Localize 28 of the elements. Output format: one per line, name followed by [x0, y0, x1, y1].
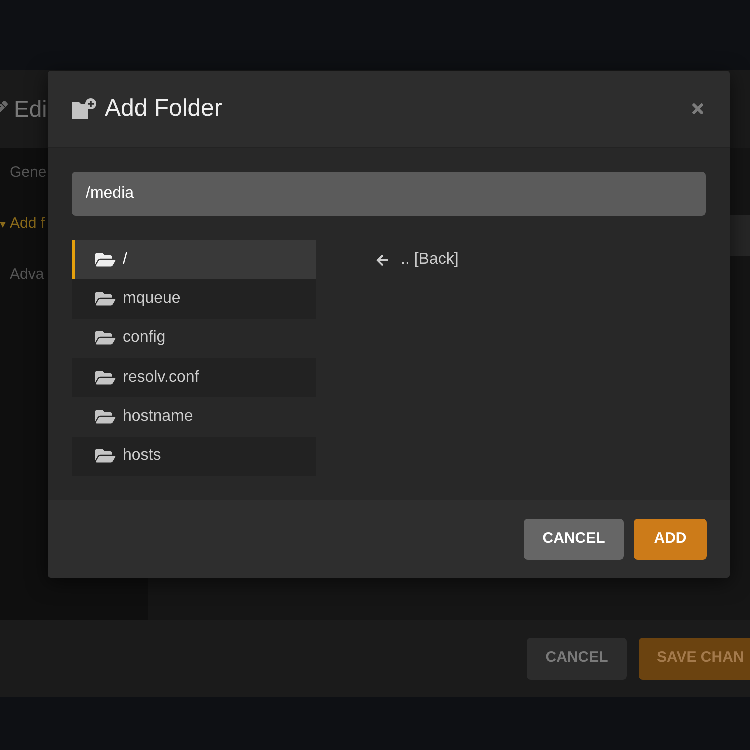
folder-icon [95, 408, 116, 426]
folder-icon [95, 329, 116, 348]
close-button[interactable] [691, 101, 705, 117]
folder-name: / [123, 250, 128, 270]
path-field[interactable]: /media [72, 172, 706, 216]
folder-name: mqueue [123, 288, 181, 309]
dialog-title: Edi [14, 98, 48, 120]
folder-row[interactable]: mqueue [72, 279, 316, 319]
folder-icon [95, 447, 116, 466]
folder-plus-icon [72, 98, 97, 120]
sidebar-item[interactable]: Add f [10, 213, 46, 236]
folder-icon [95, 290, 116, 308]
folder-row[interactable]: config [72, 318, 316, 358]
arrow-left-icon [376, 254, 389, 266]
back-link[interactable]: .. [Back] [376, 248, 459, 272]
folder-name: config [123, 328, 166, 348]
modal-title: Add Folder [105, 94, 222, 124]
folder-name: hosts [123, 446, 162, 466]
folder-name: hostname [123, 406, 194, 427]
cancel-button[interactable]: CANCEL [524, 518, 624, 560]
folder-row[interactable]: resolv.conf [72, 358, 316, 398]
text-field[interactable] [730, 215, 750, 256]
folder-icon [95, 368, 116, 387]
folder-row[interactable]: hostname [72, 397, 316, 437]
folder-icon [95, 250, 116, 269]
folder-name: resolv.conf [123, 368, 200, 388]
folder-row[interactable]: hosts [72, 436, 316, 476]
folder-row[interactable]: / [72, 240, 316, 280]
